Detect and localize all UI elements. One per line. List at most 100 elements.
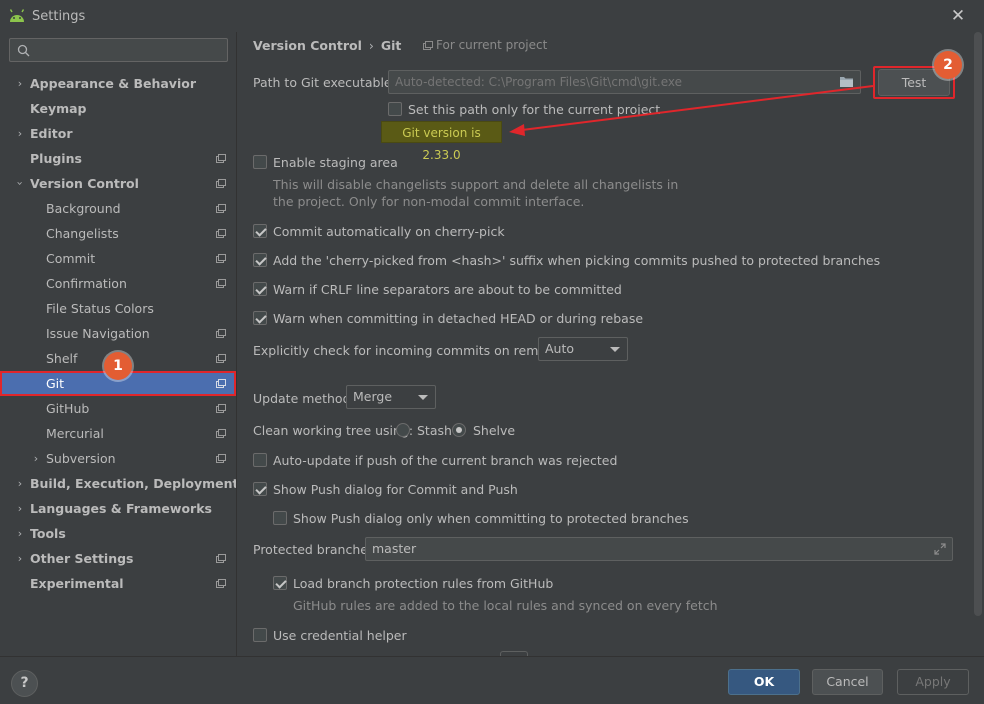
commit-cherry-pick-label: Commit automatically on cherry-pick <box>273 224 505 239</box>
sidebar-item-other-settings[interactable]: › Other Settings <box>0 546 236 571</box>
cherry-suffix-checkbox[interactable] <box>253 253 267 267</box>
folder-icon[interactable] <box>839 75 854 88</box>
sidebar-item-label: Shelf <box>46 351 78 366</box>
sidebar-item-appearance-behavior[interactable]: › Appearance & Behavior <box>0 71 236 96</box>
sidebar-item-keymap[interactable]: Keymap <box>0 96 236 121</box>
sidebar-item-label: Experimental <box>30 576 124 591</box>
show-push-checkbox[interactable] <box>253 482 267 496</box>
android-icon <box>9 9 25 22</box>
warn-detached-checkbox[interactable] <box>253 311 267 325</box>
ok-button[interactable]: OK <box>728 669 800 695</box>
warn-crlf-checkbox[interactable] <box>253 282 267 296</box>
search-icon <box>17 44 30 57</box>
protected-branches-label: Protected branches: <box>253 542 379 557</box>
sidebar-item-label: Mercurial <box>46 426 104 441</box>
chevron-right-icon[interactable]: › <box>14 546 26 571</box>
annotation-badge-2: 2 <box>934 51 962 79</box>
project-scope-icon <box>216 404 226 413</box>
sidebar-item-languages-frameworks[interactable]: › Languages & Frameworks <box>0 496 236 521</box>
breadcrumb-version-control[interactable]: Version Control <box>253 38 362 53</box>
apply-button[interactable]: Apply <box>897 669 969 695</box>
set-path-project-checkbox[interactable] <box>388 102 402 116</box>
sidebar-item-plugins[interactable]: Plugins <box>0 146 236 171</box>
chevron-right-icon[interactable]: › <box>14 121 26 146</box>
chevron-right-icon[interactable]: › <box>14 496 26 521</box>
annotation-badge-1: 1 <box>104 352 132 380</box>
load-rules-label: Load branch protection rules from GitHub <box>293 576 554 591</box>
chevron-right-icon[interactable]: › <box>14 521 26 546</box>
sidebar-item-label: Other Settings <box>30 551 134 566</box>
git-path-label: Path to Git executable: <box>253 75 396 90</box>
sidebar-item-experimental[interactable]: Experimental <box>0 571 236 596</box>
sidebar-item-label: Issue Navigation <box>46 326 150 341</box>
sidebar-item-label: Changelists <box>46 226 119 241</box>
commit-cherry-pick-checkbox[interactable] <box>253 224 267 238</box>
settings-sidebar: › Appearance & Behavior Keymap › Editor … <box>0 32 239 656</box>
sidebar-item-confirmation[interactable]: Confirmation <box>0 271 236 296</box>
help-button[interactable]: ? <box>11 670 38 697</box>
scope-text: For current project <box>436 38 548 52</box>
check-incoming-value: Auto <box>545 341 575 356</box>
chevron-right-icon[interactable]: › <box>14 71 26 96</box>
scope-label: For current project <box>423 38 547 52</box>
sidebar-item-editor[interactable]: › Editor <box>0 121 236 146</box>
project-scope-icon <box>216 579 226 588</box>
sidebar-item-github[interactable]: GitHub <box>0 396 236 421</box>
close-icon[interactable]: ✕ <box>948 6 968 26</box>
git-path-input[interactable] <box>395 73 835 91</box>
search-input[interactable] <box>32 41 222 59</box>
shelve-radio[interactable] <box>452 423 466 437</box>
stash-radio[interactable] <box>396 423 410 437</box>
chevron-right-icon[interactable]: › <box>30 446 42 471</box>
project-scope-icon <box>216 254 226 263</box>
chevron-right-icon[interactable]: › <box>14 471 26 496</box>
stash-label: Stash <box>417 423 452 438</box>
sidebar-item-issue-navigation[interactable]: Issue Navigation <box>0 321 236 346</box>
sidebar-item-label: Commit <box>46 251 96 266</box>
project-scope-icon <box>216 454 226 463</box>
protected-branches-field[interactable]: master <box>365 537 953 561</box>
sidebar-item-changelists[interactable]: Changelists <box>0 221 236 246</box>
git-version-label: Git version is 2.33.0 <box>381 121 502 162</box>
sidebar-item-label: Subversion <box>46 451 116 466</box>
search-box[interactable] <box>9 38 228 62</box>
check-incoming-label: Explicitly check for incoming commits on… <box>253 343 570 358</box>
sidebar-item-file-status-colors[interactable]: File Status Colors <box>0 296 236 321</box>
sidebar-item-build-execution-deployment[interactable]: › Build, Execution, Deployment <box>0 471 239 496</box>
credential-helper-checkbox[interactable] <box>253 628 267 642</box>
dialog-footer: ? OK Cancel Apply <box>0 656 984 704</box>
chevron-down-icon[interactable]: › <box>8 178 33 190</box>
cancel-button[interactable]: Cancel <box>812 669 883 695</box>
sidebar-item-label: Keymap <box>30 101 87 116</box>
staging-hint-line1: This will disable changelists support an… <box>273 177 679 192</box>
chevron-down-icon <box>418 395 428 400</box>
project-scope-icon <box>216 204 226 213</box>
title-bar: Settings ✕ <box>0 0 984 32</box>
load-rules-checkbox[interactable] <box>273 576 287 590</box>
sidebar-item-label: Plugins <box>30 151 82 166</box>
project-scope-icon <box>216 354 226 363</box>
sidebar-item-version-control[interactable]: › Version Control <box>0 171 236 196</box>
content-scrollbar[interactable] <box>974 32 982 616</box>
chevron-down-icon <box>610 347 620 352</box>
check-incoming-select[interactable]: Auto <box>538 337 628 361</box>
sidebar-item-mercurial[interactable]: Mercurial <box>0 421 236 446</box>
sidebar-item-commit[interactable]: Commit <box>0 246 236 271</box>
project-scope-icon <box>216 554 226 563</box>
sidebar-item-subversion[interactable]: › Subversion <box>0 446 236 471</box>
git-path-field[interactable] <box>388 70 861 94</box>
enable-staging-label: Enable staging area <box>273 155 398 170</box>
enable-staging-checkbox[interactable] <box>253 155 267 169</box>
project-scope-icon <box>216 229 226 238</box>
expand-icon[interactable] <box>934 543 946 555</box>
project-scope-icon <box>216 429 226 438</box>
update-method-select[interactable]: Merge <box>346 385 436 409</box>
show-push-protected-checkbox[interactable] <box>273 511 287 525</box>
sidebar-item-label: Build, Execution, Deployment <box>30 476 239 491</box>
warn-detached-label: Warn when committing in detached HEAD or… <box>273 311 644 326</box>
auto-update-checkbox[interactable] <box>253 453 267 467</box>
sidebar-item-tools[interactable]: › Tools <box>0 521 236 546</box>
sidebar-item-background[interactable]: Background <box>0 196 236 221</box>
breadcrumb-separator: › <box>368 38 374 53</box>
project-scope-icon <box>216 379 226 388</box>
